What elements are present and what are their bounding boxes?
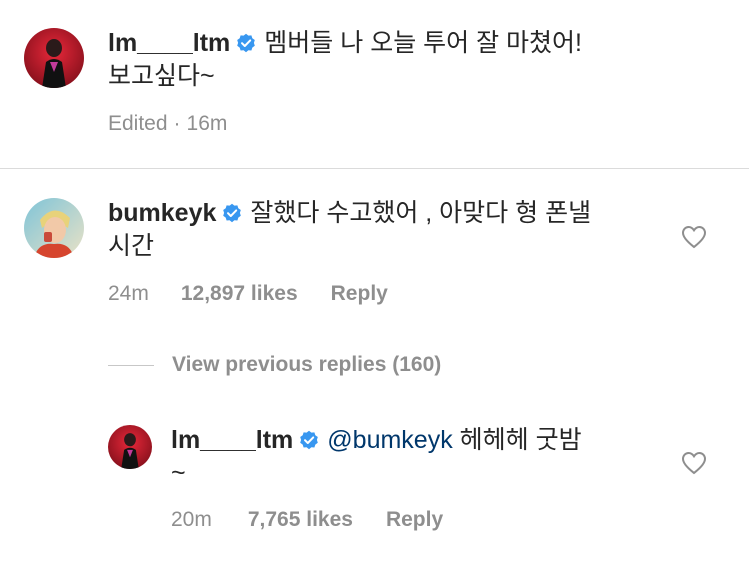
edited-label: Edited	[108, 112, 168, 135]
caption-text-line2: 보고싶다~	[108, 62, 215, 90]
reply-avatar[interactable]	[108, 425, 152, 469]
caption-time: 16m	[186, 112, 228, 135]
comment-reply-button[interactable]: Reply	[331, 282, 388, 306]
reply-time: 20m	[171, 508, 212, 531]
post-caption: lm____ltm 멤버들 나 오늘 투어 잘 마쳤어! 보고싶다~ Edited…	[0, 0, 749, 169]
reply-likes[interactable]: 7,765 likes	[248, 508, 353, 532]
comment-text-line2: 시간	[108, 232, 155, 260]
caption-text-line1: 멤버들 나 오늘 투어 잘 마쳤어!	[264, 29, 582, 57]
comment-username[interactable]: bumkeyk	[108, 199, 216, 227]
comment-text-line1: 잘했다 수고했어 , 아맞다 형 폰낼	[250, 199, 592, 227]
caption-text: lm____ltm 멤버들 나 오늘 투어 잘 마쳤어! 보고싶다~	[108, 27, 728, 93]
comment-meta: 24m 12,897 likes Reply	[108, 282, 388, 306]
avatar-image	[24, 198, 84, 258]
view-previous-label: View previous replies (160)	[172, 353, 442, 376]
replies-line-divider	[108, 364, 154, 366]
caption-avatar[interactable]	[24, 28, 84, 88]
verified-badge-icon	[299, 430, 319, 450]
reply-reply-button[interactable]: Reply	[386, 508, 443, 532]
avatar-image	[108, 425, 152, 469]
reply-username[interactable]: lm____ltm	[171, 426, 293, 454]
view-previous-replies-button[interactable]: View previous replies (160)	[108, 353, 441, 377]
reply-meta: 20m 7,765 likes Reply	[171, 508, 443, 532]
verified-badge-icon	[236, 33, 256, 53]
comment-avatar[interactable]	[24, 198, 84, 258]
reply-like-heart-icon[interactable]	[681, 451, 707, 475]
comment-like-heart-icon[interactable]	[681, 225, 707, 249]
comment-likes[interactable]: 12,897 likes	[181, 282, 298, 306]
verified-badge-icon	[222, 203, 242, 223]
avatar-image	[24, 28, 84, 88]
reply-text: lm____ltm @bumkeyk 헤헤헤 굿밤 ~	[171, 424, 661, 490]
caption-meta: Edited · 16m	[108, 112, 227, 136]
reply-text-line1: 헤헤헤 굿밤	[459, 426, 582, 454]
comment-time: 24m	[108, 282, 149, 305]
comment-text: bumkeyk 잘했다 수고했어 , 아맞다 형 폰낼 시간	[108, 197, 668, 263]
caption-divider	[0, 168, 749, 169]
meta-separator: ·	[173, 112, 181, 135]
reply-text-line2: ~	[171, 459, 186, 487]
reply-mention-link[interactable]: @bumkeyk	[327, 426, 452, 454]
caption-username[interactable]: lm____ltm	[108, 29, 230, 57]
